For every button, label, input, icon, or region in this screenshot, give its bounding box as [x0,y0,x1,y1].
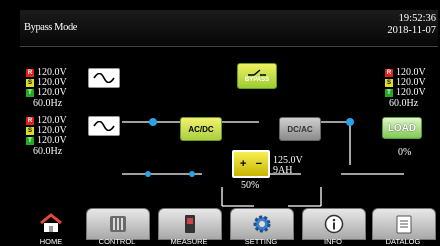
battery-percent: 50% [241,180,260,191]
house-icon [40,213,62,232]
clock: 19:52:36 2018-11-07 [387,13,436,37]
log-icon [396,215,412,234]
nav-measure[interactable]: MEASURE [158,208,222,246]
output-phases: R 120.0V S 120.0V T 120.0V [385,68,426,98]
mode-label: Bypass Mode [24,22,78,33]
input2-phases: R 120.0V S 120.0V T 120.0V [26,116,67,146]
flow-lines [122,118,404,207]
switch-icon [248,69,266,76]
time-text: 19:52:36 [398,13,436,24]
flow-dot [346,118,354,126]
load-percent: 0% [398,147,412,158]
ac-sine-icon [88,68,120,88]
gear-icon [253,215,271,233]
load-block[interactable]: LOAD [382,117,422,139]
phase-s-tag: S [385,79,393,87]
flow-diagram [22,48,438,218]
input1-phases: R 120.0V S 120.0V T 120.0V [26,68,67,98]
flow-dot [145,171,151,177]
sliders-icon [110,216,126,232]
info-icon [324,214,344,234]
ups-screen: Bypass Mode 19:52:36 2018-11-07 R 120.0V… [0,0,440,246]
rectifier-label: AC/DC [188,124,214,134]
bypass-label: BYPASS [244,77,270,83]
load-label: LOAD [387,122,417,134]
nav-datalog[interactable]: DATALOG [372,208,436,246]
meter-icon [185,215,195,233]
phase-t-tag: T [26,89,34,97]
rectifier-block[interactable]: AC/DC [180,117,222,141]
input1-freq: 60.0Hz [33,98,63,109]
nav-setting-label: SETTING [244,237,278,246]
nav-home[interactable]: HOME [20,208,82,246]
flow-dot [149,118,157,126]
nav-measure-label: MEASURE [170,237,208,246]
phase-t-tag: T [26,137,34,145]
phase-s-tag: S [26,127,34,135]
nav-info-label: INFO [324,237,342,246]
input2-t: 120.0V [37,135,67,146]
flow-dot [189,171,195,177]
nav-datalog-label: DATALOG [385,237,421,246]
nav-control[interactable]: CONTROL [86,208,150,246]
battery-capacity: 9AH [273,165,293,176]
header-bar: Bypass Mode 19:52:36 2018-11-07 [20,10,438,47]
phase-r-tag: R [26,69,34,77]
nav-setting[interactable]: SETTING [230,208,294,246]
nav-home-label: HOME [39,237,63,246]
inverter-block[interactable]: DC/AC [279,117,321,141]
phase-r-tag: R [26,117,34,125]
nav-control-label: CONTROL [98,237,136,246]
input1-t: 120.0V [37,87,67,98]
bottom-nav: HOME CONTROL MEASURE SETTING INFO DATALO… [0,208,440,246]
input2-freq: 60.0Hz [33,146,63,157]
bypass-block[interactable]: BYPASS [237,63,277,89]
phase-t-tag: T [385,89,393,97]
inverter-label: DC/AC [287,124,313,134]
date-text: 2018-11-07 [387,25,436,36]
phase-s-tag: S [26,79,34,87]
output-freq: 60.0Hz [389,98,419,109]
battery-icon[interactable]: + − [232,150,270,178]
output-t: 120.0V [396,87,426,98]
ac-sine-icon [88,116,120,136]
phase-r-tag: R [385,69,393,77]
nav-info[interactable]: INFO [302,208,366,246]
